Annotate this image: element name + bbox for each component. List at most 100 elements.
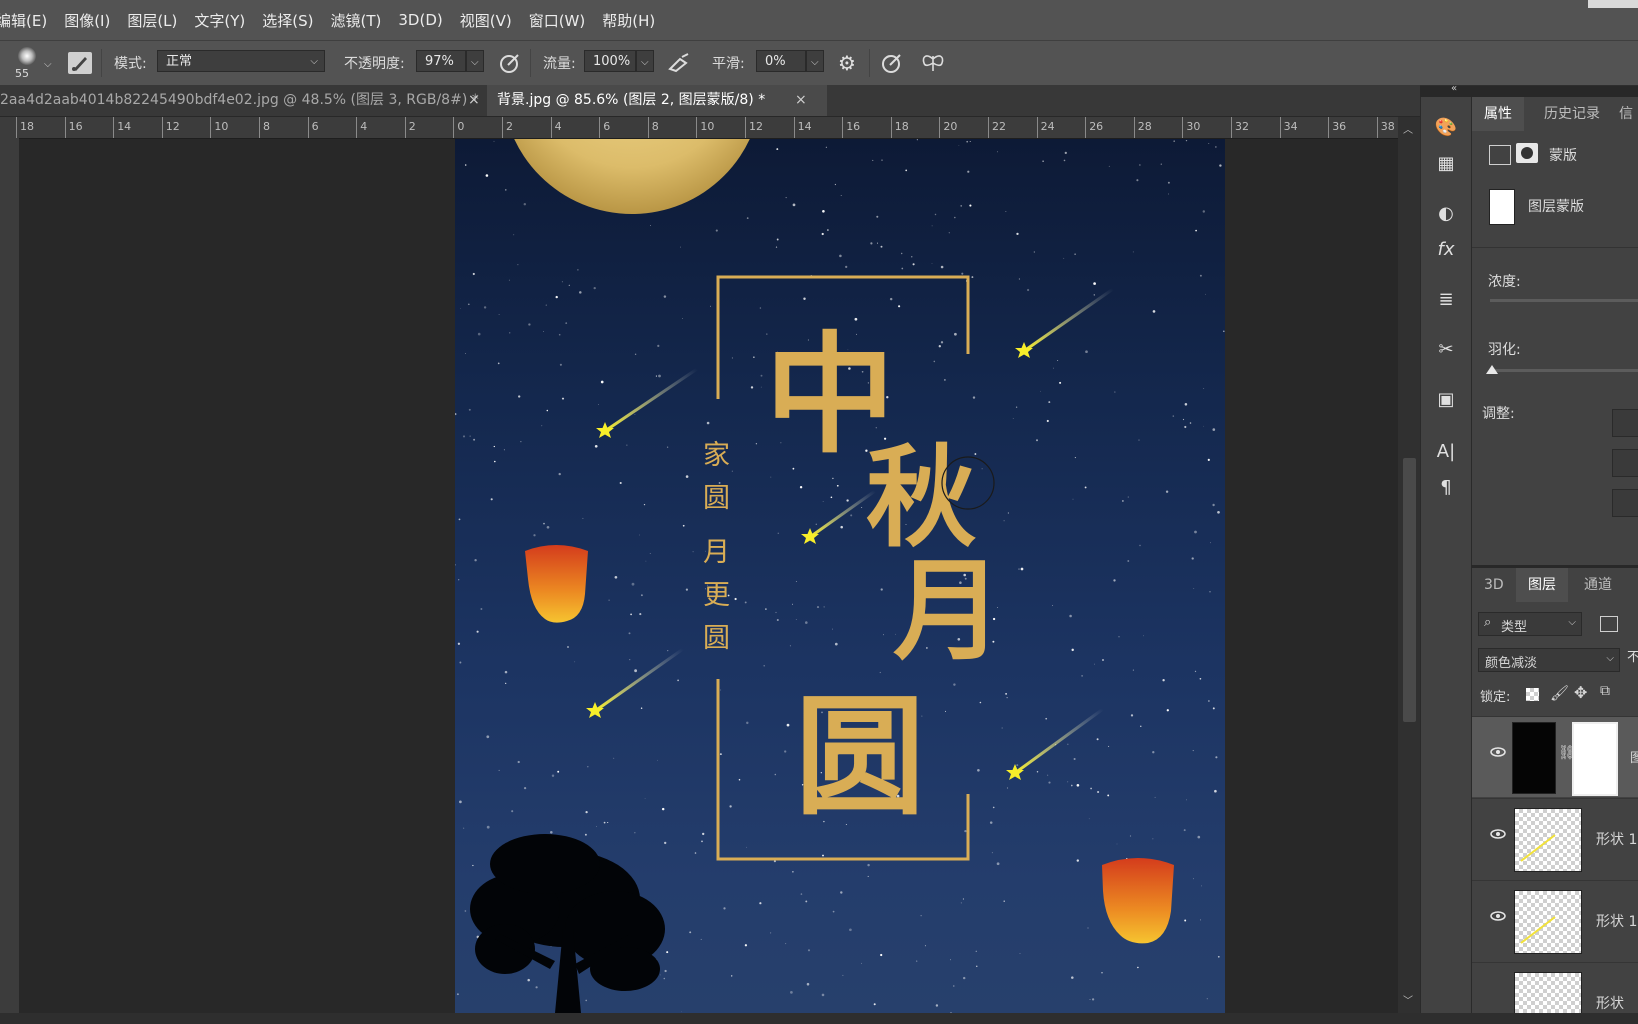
star-dot (574, 661, 576, 663)
menu-select[interactable]: 选择(S) (254, 10, 322, 31)
layer-filter-select[interactable]: ⌕ 类型 ⌵ (1478, 612, 1582, 636)
pressure-opacity-icon[interactable] (498, 51, 522, 75)
lock-transparency-icon[interactable] (1526, 688, 1539, 701)
tab-channels[interactable]: 通道 (1572, 568, 1624, 602)
feather-slider[interactable] (1490, 369, 1638, 372)
actions-icon[interactable]: ▣ (1433, 387, 1459, 413)
star-dot (464, 164, 467, 166)
poster-canvas[interactable]: 中 秋 月 圆 家 圆 月 更 圆 (455, 139, 1225, 1013)
blend-mode-select[interactable]: 颜色减淡 ⌵ (1478, 648, 1620, 672)
tab-info[interactable]: 信 (1607, 97, 1638, 131)
star-dot (840, 891, 843, 894)
character-icon[interactable]: A| (1433, 439, 1459, 465)
star-dot (1132, 669, 1134, 671)
feather-slider-handle[interactable] (1486, 365, 1498, 374)
close-icon[interactable]: × (468, 85, 480, 116)
lock-position-icon[interactable]: ✥ (1574, 683, 1587, 702)
layer-row[interactable]: ⛓ 图 (1472, 716, 1638, 797)
lock-pixels-icon[interactable]: 🖌 (1550, 684, 1569, 702)
ruler-label: 38 (1380, 120, 1395, 133)
flow-label: 流量: (543, 56, 576, 72)
layer-row[interactable]: 形状 1 (1472, 880, 1638, 961)
lock-artboard-icon[interactable]: ⧉ (1600, 683, 1610, 699)
star-dot (458, 579, 460, 581)
menu-image[interactable]: 图像(I) (56, 10, 119, 31)
filter-pixel-layer-icon[interactable] (1600, 616, 1618, 632)
star-dot (880, 245, 883, 248)
star-dot (1212, 503, 1215, 507)
symmetry-butterfly-icon[interactable] (920, 51, 946, 75)
adjustments-icon[interactable]: ◐ (1433, 201, 1459, 227)
tab-3d[interactable]: 3D (1472, 568, 1516, 602)
star-dot (1036, 439, 1038, 442)
density-slider[interactable] (1490, 299, 1638, 302)
airbrush-icon[interactable] (666, 51, 692, 75)
star-dot (989, 821, 993, 824)
flow-dropdown[interactable]: ⌵ (636, 50, 654, 72)
mode-label: 模式: (114, 56, 147, 72)
gear-icon[interactable]: ⚙ (836, 52, 858, 74)
invert-button[interactable] (1612, 489, 1638, 517)
star-dot (613, 757, 615, 759)
star-dot (784, 750, 787, 753)
scrollbar-thumb[interactable] (1403, 458, 1416, 722)
select-and-mask-button[interactable] (1612, 409, 1638, 437)
tab-properties[interactable]: 属性 (1472, 97, 1524, 131)
menu-view[interactable]: 视图(V) (452, 10, 521, 31)
layer-row[interactable]: 形状 (1472, 962, 1638, 1019)
menu-type[interactable]: 文字(Y) (186, 10, 254, 31)
clone-source-icon[interactable]: ≣ (1433, 287, 1459, 313)
chevron-down-icon[interactable]: ﹀ (1403, 992, 1413, 1007)
star-dot (776, 618, 779, 622)
layer-row[interactable]: 形状 1 (1472, 798, 1638, 879)
tab-layers[interactable]: 图层 (1516, 568, 1568, 602)
star-dot (795, 618, 797, 620)
tab-document-2[interactable]: 背景.jpg @ 85.6% (图层 2, 图层蒙版/8) * × (487, 85, 827, 116)
styles-fx-icon[interactable]: fx (1433, 237, 1459, 263)
tab-history[interactable]: 历史记录 (1532, 97, 1612, 131)
star-dot (960, 205, 963, 207)
paragraph-icon[interactable]: ¶ (1433, 475, 1459, 501)
eye-icon[interactable] (1490, 747, 1506, 757)
star-dot (689, 931, 692, 934)
pressure-size-icon[interactable] (880, 51, 904, 75)
layer-mask-thumbnail[interactable] (1572, 722, 1618, 796)
close-icon[interactable]: × (795, 85, 807, 116)
brush-preset-picker[interactable]: 55 ⌵ (10, 45, 52, 81)
collapse-panels-icon[interactable]: « (1451, 83, 1457, 94)
star-dot (960, 902, 962, 904)
menu-filter[interactable]: 滤镜(T) (323, 10, 391, 31)
vector-mask-icon[interactable] (1516, 143, 1538, 163)
color-range-button[interactable] (1612, 449, 1638, 477)
star-dot (649, 553, 651, 554)
eye-icon[interactable] (1490, 911, 1506, 921)
menu-3d[interactable]: 3D(D) (390, 11, 451, 29)
smoothing-value: 0% (765, 54, 786, 69)
star-dot (953, 216, 956, 219)
smoothing-dropdown[interactable]: ⌵ (806, 50, 824, 72)
menu-layer[interactable]: 图层(L) (119, 10, 186, 31)
menu-edit[interactable]: 编辑(E) (0, 10, 56, 31)
star-dot (1215, 756, 1218, 759)
pixel-mask-icon[interactable] (1489, 145, 1511, 165)
window-control[interactable] (1588, 0, 1638, 8)
document-tab-bar: 2aa4d2aab4014b82245490bdf4e02.jpg @ 48.5… (0, 85, 1420, 116)
menu-help[interactable]: 帮助(H) (594, 10, 664, 31)
mode-select[interactable]: 正常 ⌵ (157, 50, 325, 72)
flow-input[interactable]: 100% (584, 50, 636, 72)
star-dot (734, 597, 737, 601)
swatches-grid-icon[interactable]: ▦ (1433, 151, 1459, 177)
brush-settings-icon[interactable] (68, 52, 92, 74)
brush-settings-icon[interactable]: ✂ (1433, 337, 1459, 363)
opacity-input[interactable]: 97% (416, 50, 466, 72)
eye-icon[interactable] (1490, 829, 1506, 839)
smoothing-label: 平滑: (712, 56, 745, 72)
star-dot (1063, 257, 1065, 259)
chevron-up-icon[interactable]: ︿ (1403, 121, 1413, 136)
menu-window[interactable]: 窗口(W) (521, 10, 595, 31)
tab-document-1[interactable]: 2aa4d2aab4014b82245490bdf4e02.jpg @ 48.5… (0, 85, 500, 116)
smoothing-input[interactable]: 0% (756, 50, 806, 72)
star-dot (1076, 783, 1080, 787)
opacity-dropdown[interactable]: ⌵ (466, 50, 484, 72)
color-palette-icon[interactable]: 🎨 (1433, 115, 1459, 141)
